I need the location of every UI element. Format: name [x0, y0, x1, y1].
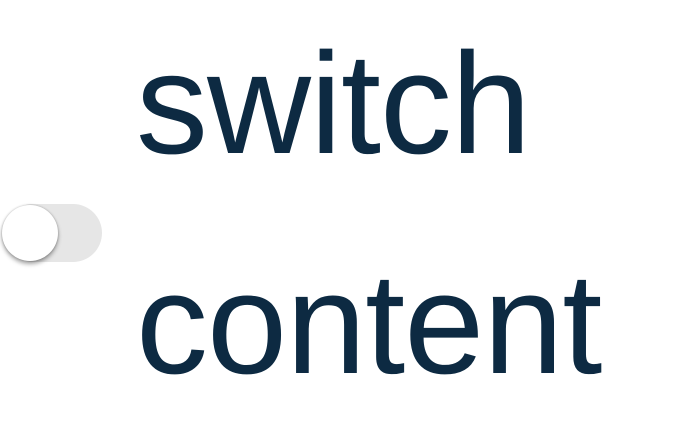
content-label: content	[136, 243, 602, 404]
toggle-switch[interactable]	[0, 202, 102, 264]
switch-label: switch	[136, 23, 531, 184]
switch-thumb	[2, 205, 58, 261]
